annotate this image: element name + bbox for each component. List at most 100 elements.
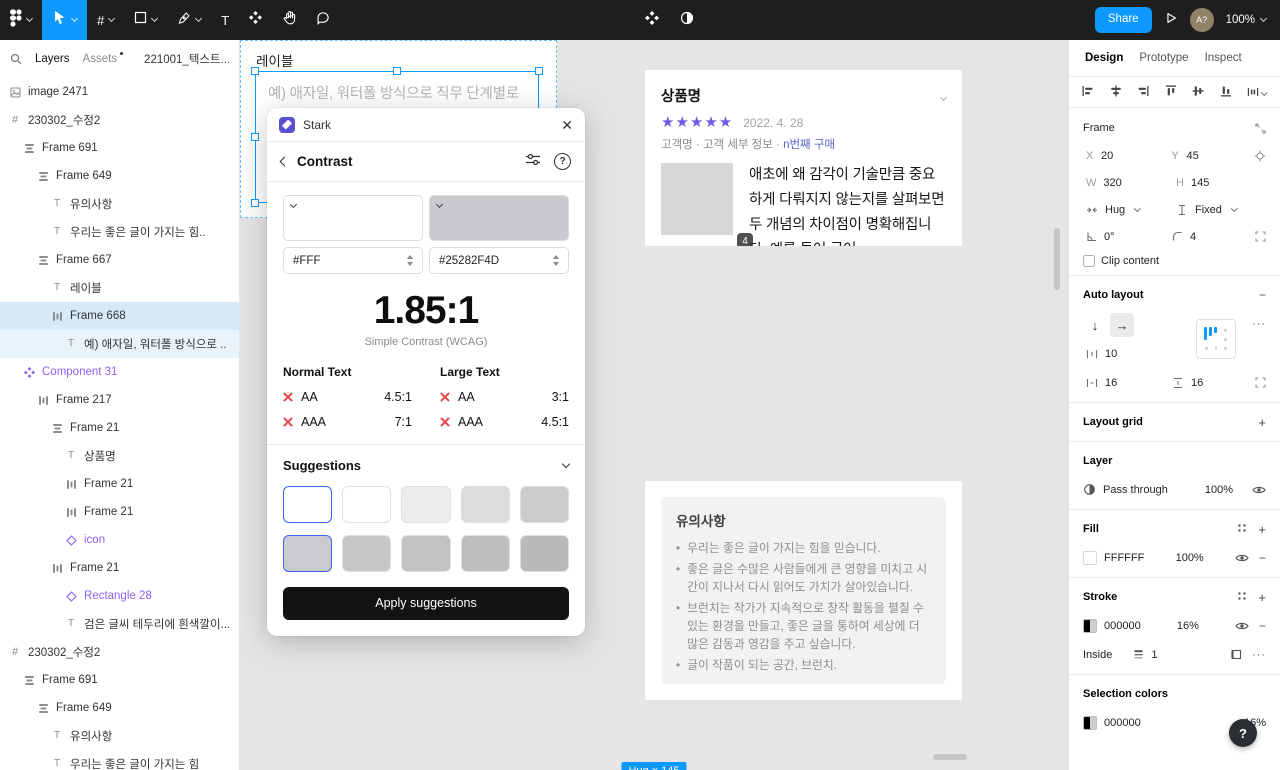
horizontal-sizing-dropdown[interactable]: Hug <box>1083 198 1167 221</box>
vertical-direction-button[interactable]: ↓ <box>1083 313 1107 337</box>
remove-auto-layout-icon[interactable]: − <box>1259 288 1266 302</box>
resize-to-fit-icon[interactable] <box>1255 122 1266 134</box>
tab-inspect[interactable]: Inspect <box>1205 52 1242 64</box>
add-stroke-icon[interactable]: + <box>1258 591 1266 604</box>
suggestion-swatch[interactable] <box>342 534 392 572</box>
layer-row[interactable]: Frame 691 <box>0 134 239 162</box>
height-input[interactable]: H 145 <box>1173 171 1257 194</box>
suggestion-swatch[interactable] <box>401 485 451 523</box>
suggestion-swatch[interactable] <box>460 534 510 572</box>
layer-row[interactable]: Frame 21 <box>0 554 239 582</box>
fill-opacity-input[interactable]: 100% <box>1176 552 1204 564</box>
width-input[interactable]: W 320 <box>1083 171 1167 194</box>
vertical-sizing-dropdown[interactable]: Fixed <box>1173 198 1257 221</box>
layer-row[interactable]: Frame 21 <box>0 470 239 498</box>
item-spacing-input[interactable]: 10 <box>1083 342 1167 365</box>
stroke-hex-input[interactable]: 000000 <box>1104 620 1141 632</box>
stroke-more-icon[interactable]: ··· <box>1252 649 1266 661</box>
align-horizontal-center-icon[interactable] <box>1110 85 1122 100</box>
close-icon[interactable]: ✕ <box>561 118 573 132</box>
tab-layers[interactable]: Layers <box>35 53 70 65</box>
align-top-icon[interactable] <box>1165 85 1177 100</box>
vertical-scrollbar[interactable] <box>1054 228 1060 290</box>
layer-row[interactable]: Frame 667 <box>0 246 239 274</box>
layer-row[interactable]: T 유의사항 <box>0 722 239 750</box>
horizontal-scrollbar[interactable] <box>933 754 967 760</box>
blend-mode-dropdown[interactable]: Pass through <box>1103 484 1168 496</box>
eye-icon[interactable] <box>1235 553 1249 563</box>
layer-row[interactable]: Frame 21 <box>0 414 239 442</box>
eye-icon[interactable] <box>1252 485 1266 495</box>
add-layout-grid-icon[interactable]: + <box>1258 416 1266 429</box>
move-tool-button[interactable] <box>42 0 87 40</box>
stepper-icon[interactable] <box>407 255 413 266</box>
frame-tool-button[interactable]: # <box>87 0 124 40</box>
selection-handle[interactable] <box>251 199 259 207</box>
stark-plugin-dialog[interactable]: Stark ✕ Contrast ? #FFF #25282F4D 1.85:1… <box>267 108 585 636</box>
present-button[interactable] <box>1164 11 1178 30</box>
tab-prototype[interactable]: Prototype <box>1139 52 1188 64</box>
independent-corners-icon[interactable] <box>1255 231 1266 242</box>
settings-sliders-icon[interactable] <box>525 153 541 171</box>
create-component-icon[interactable] <box>645 10 659 30</box>
align-bottom-icon[interactable] <box>1220 85 1232 100</box>
fill-hex-input[interactable]: FFFFFF <box>1104 552 1144 564</box>
layer-row[interactable]: T 상품명 <box>0 442 239 470</box>
background-swatch[interactable] <box>429 195 569 241</box>
eye-icon[interactable] <box>1235 621 1249 631</box>
layer-row[interactable]: T 검은 글씨 테두리에 흰색깔이... <box>0 610 239 638</box>
suggestion-swatch[interactable] <box>519 534 569 572</box>
back-chevron-icon[interactable] <box>279 156 290 167</box>
alignment-widget[interactable] <box>1196 319 1236 359</box>
review-card[interactable]: 상품명 ★★★★★ 2022. 4. 28 고객명 · 고객 세부 정보 · n… <box>645 70 962 246</box>
canvas[interactable]: 상품명 ★★★★★ 2022. 4. 28 고객명 · 고객 세부 정보 · n… <box>240 40 1068 770</box>
align-vertical-center-icon[interactable] <box>1192 85 1204 100</box>
layer-row[interactable]: T 우리는 좋은 글이 가지는 힘.. <box>0 218 239 246</box>
y-position-input[interactable]: Y 45 <box>1169 144 1249 167</box>
suggestion-swatch[interactable] <box>519 485 569 523</box>
layer-row[interactable]: Frame 691 <box>0 666 239 694</box>
add-fill-icon[interactable]: + <box>1258 523 1266 536</box>
rotation-input[interactable]: 0° <box>1083 225 1163 248</box>
stepper-icon[interactable] <box>553 255 559 266</box>
remove-fill-icon[interactable]: − <box>1259 551 1266 565</box>
suggestion-swatch[interactable] <box>460 485 510 523</box>
selection-handle[interactable] <box>251 67 259 75</box>
suggestion-swatch[interactable] <box>283 534 333 572</box>
help-icon[interactable]: ? <box>554 153 571 170</box>
layer-row[interactable]: #230302_수정2 <box>0 106 239 134</box>
vertical-padding-input[interactable]: 16 <box>1169 371 1249 394</box>
stroke-opacity-input[interactable]: 16% <box>1177 620 1199 632</box>
selection-handle[interactable] <box>251 133 259 141</box>
chevron-down-icon[interactable] <box>561 459 571 469</box>
use-as-mask-icon[interactable] <box>679 10 695 31</box>
tab-design[interactable]: Design <box>1085 52 1123 64</box>
remove-stroke-icon[interactable]: − <box>1259 619 1266 633</box>
layer-row[interactable]: T 레이블 <box>0 274 239 302</box>
layer-row[interactable]: #230302_수정2 <box>0 638 239 666</box>
nth-purchase-link[interactable]: n번째 구매 <box>783 139 835 151</box>
layer-row[interactable]: image 2471 <box>0 78 239 106</box>
corner-radius-input[interactable]: 4 <box>1169 225 1249 248</box>
background-hex-input[interactable]: #25282F4D <box>429 247 569 274</box>
tab-assets[interactable]: Assets <box>83 52 124 65</box>
individual-padding-icon[interactable] <box>1255 377 1266 388</box>
horizontal-padding-input[interactable]: 16 <box>1083 371 1163 394</box>
x-position-input[interactable]: X 20 <box>1083 144 1163 167</box>
suggestion-swatch[interactable] <box>283 485 333 523</box>
zoom-menu[interactable]: 100% <box>1226 14 1268 26</box>
text-tool-button[interactable]: T <box>211 0 239 40</box>
layer-row[interactable]: Frame 21 <box>0 498 239 526</box>
avatar[interactable]: A? <box>1189 8 1214 32</box>
styles-icon[interactable] <box>1237 591 1247 604</box>
selection-handle[interactable] <box>535 67 543 75</box>
horizontal-direction-button[interactable]: → <box>1110 313 1134 337</box>
layer-opacity-input[interactable]: 100% <box>1205 484 1233 496</box>
styles-icon[interactable] <box>1237 523 1247 536</box>
hand-tool-button[interactable] <box>272 0 306 40</box>
main-menu-button[interactable] <box>0 0 42 40</box>
stroke-per-side-icon[interactable] <box>1231 649 1242 660</box>
stroke-color-swatch[interactable] <box>1083 618 1097 633</box>
page-switcher[interactable]: 221001_텍스트... <box>144 51 229 67</box>
suggestion-swatch[interactable] <box>342 485 392 523</box>
